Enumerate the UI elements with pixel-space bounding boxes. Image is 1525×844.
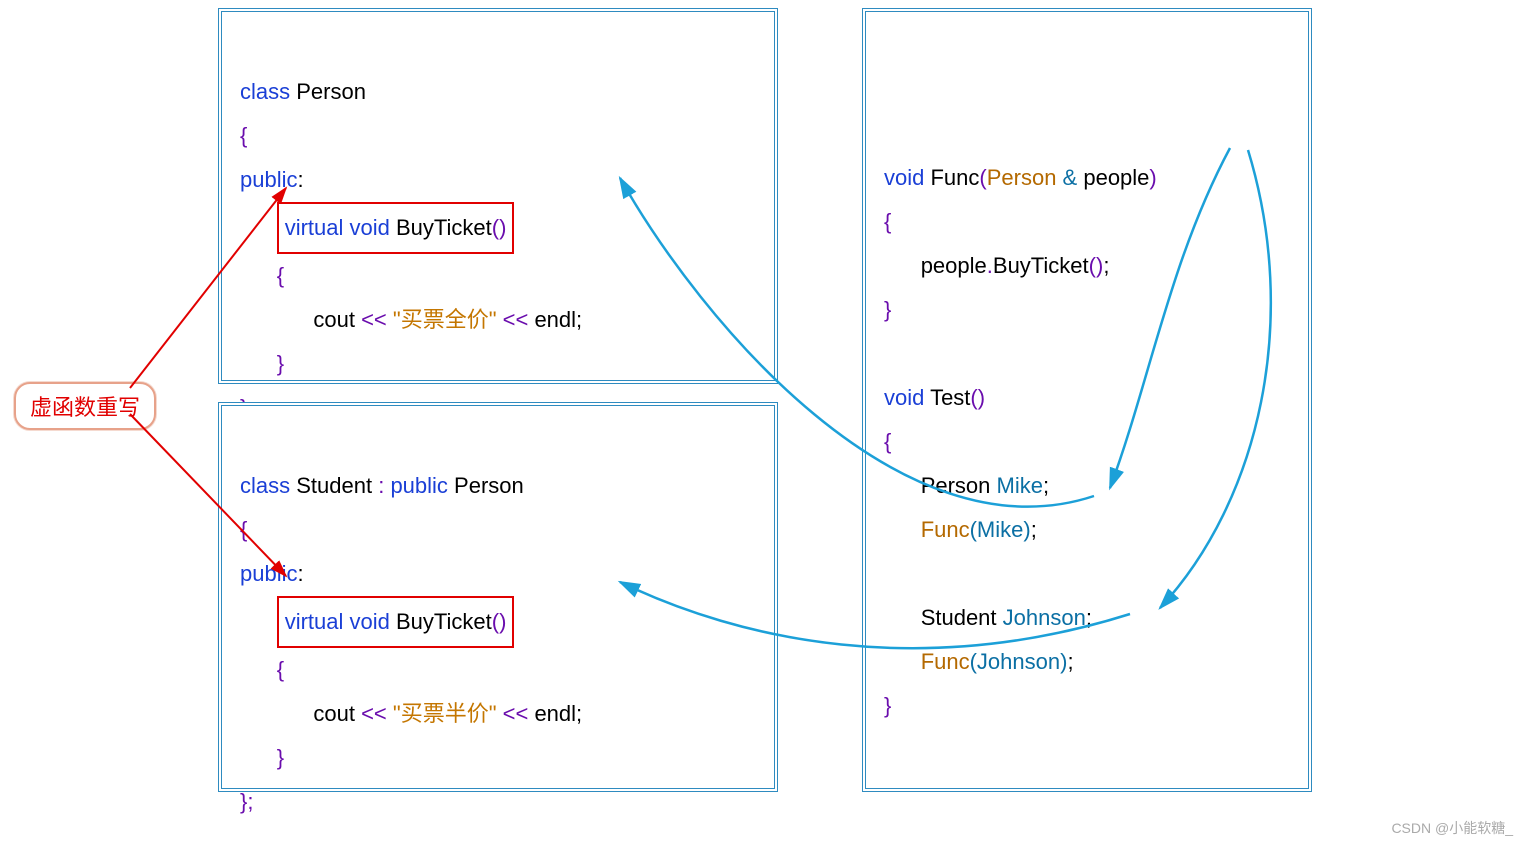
base-name: Person: [448, 473, 524, 498]
inner-brace-open: {: [277, 657, 284, 682]
panel-person: class Person { public: virtual void BuyT…: [218, 8, 778, 384]
kw-void: void: [884, 165, 924, 190]
class-name: Person: [290, 79, 366, 104]
panel-student: class Student : public Person { public: …: [218, 402, 778, 792]
brace-open: {: [240, 517, 247, 542]
fn-name: BuyTicket: [390, 609, 492, 634]
op-lt1: <<: [361, 701, 387, 726]
fn-name: BuyTicket: [390, 215, 492, 240]
t-b1: {: [884, 429, 891, 454]
semi: ;: [576, 701, 582, 726]
decl-student-type: Student: [921, 605, 1003, 630]
decl-person-semi: ;: [1043, 473, 1049, 498]
op-lt2: <<: [503, 307, 529, 332]
decl-student-name: Johnson: [1003, 605, 1086, 630]
code-student: class Student : public Person { public: …: [222, 406, 774, 838]
label-text: 虚函数重写: [30, 395, 140, 420]
paren: (): [492, 609, 507, 634]
call-func1-semi: ;: [1031, 517, 1037, 542]
call-func2-arg: (Johnson): [970, 649, 1068, 674]
kw-virtual: virtual: [285, 609, 344, 634]
class-name: Student: [290, 473, 378, 498]
string-literal: "买票全价": [387, 307, 503, 332]
call-semi: ;: [1103, 253, 1109, 278]
paren-open: (: [979, 165, 986, 190]
watermark: CSDN @小能软糖_: [1391, 818, 1513, 838]
b2: }: [884, 297, 891, 322]
virtual-fn-box-student: virtual void BuyTicket(): [277, 596, 515, 648]
string-literal: "买票半价": [387, 701, 503, 726]
call-paren: (): [1089, 253, 1104, 278]
cout: cout: [313, 701, 361, 726]
kw-class: class: [240, 79, 290, 104]
semi: ;: [576, 307, 582, 332]
paren-close: ): [1149, 165, 1156, 190]
endl: endl: [528, 307, 576, 332]
kw-void2: void: [884, 385, 924, 410]
call-func2: Func: [921, 649, 970, 674]
kw-class: class: [240, 473, 290, 498]
amp: &: [1056, 165, 1077, 190]
decl-person-name: Mike: [997, 473, 1043, 498]
b1: {: [884, 209, 891, 234]
kw-void: void: [343, 215, 389, 240]
code-person: class Person { public: virtual void BuyT…: [222, 12, 774, 444]
inner-brace-close: }: [277, 745, 284, 770]
call-func2-semi: ;: [1067, 649, 1073, 674]
kw-public: public: [240, 561, 297, 586]
inner-brace-close: }: [277, 351, 284, 376]
kw-public-inh: public: [384, 473, 448, 498]
label-virtual-override: 虚函数重写: [14, 382, 156, 430]
fn-test: Test: [924, 385, 970, 410]
panel-test: void Func(Person & people) { people.BuyT…: [862, 8, 1312, 792]
fn-func: Func: [924, 165, 979, 190]
op-lt1: <<: [361, 307, 387, 332]
decl-student-semi: ;: [1086, 605, 1092, 630]
brace-close: };: [240, 789, 253, 814]
brace-open: {: [240, 123, 247, 148]
code-test: void Func(Person & people) { people.BuyT…: [866, 12, 1308, 742]
decl-person-type: Person: [921, 473, 997, 498]
virtual-fn-box-person: virtual void BuyTicket(): [277, 202, 515, 254]
param-name: people: [1077, 165, 1149, 190]
call-fn: BuyTicket: [993, 253, 1089, 278]
t-b2: }: [884, 693, 891, 718]
cout: cout: [313, 307, 361, 332]
kw-virtual: virtual: [285, 215, 344, 240]
call-obj: people: [921, 253, 987, 278]
call-func1: Func: [921, 517, 970, 542]
test-paren: (): [970, 385, 985, 410]
kw-public: public: [240, 167, 297, 192]
paren: (): [492, 215, 507, 240]
param-type: Person: [987, 165, 1057, 190]
endl: endl: [528, 701, 576, 726]
call-func1-arg: (Mike): [970, 517, 1031, 542]
inner-brace-open: {: [277, 263, 284, 288]
op-lt2: <<: [503, 701, 529, 726]
kw-void: void: [343, 609, 389, 634]
